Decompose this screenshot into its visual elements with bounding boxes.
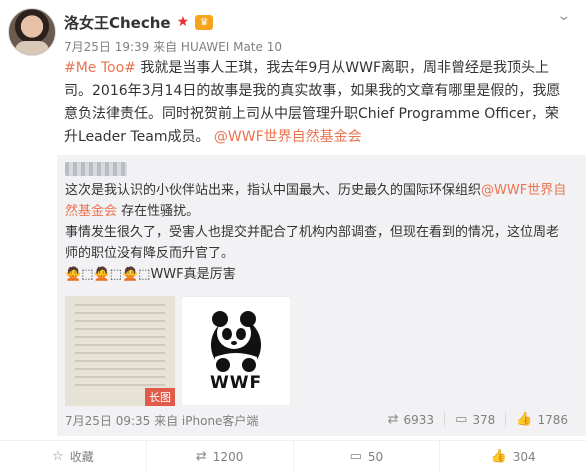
comment-count-button[interactable]: ▭ 378: [444, 412, 505, 427]
emoji-missing-icon: ⬚: [81, 267, 94, 282]
repost-button[interactable]: ⇄ 1200: [145, 441, 293, 472]
chevron-down-icon[interactable]: ⌄: [557, 8, 572, 24]
repost-icon: ⇄: [387, 412, 399, 427]
repost-paragraph-2: 事情发生很久了，受害人也提交并配合了机构内部调查，但现在看到的情况，这位周老师的…: [65, 225, 560, 261]
hashtag-link[interactable]: #Me Too#: [64, 60, 136, 76]
author-row: 洛女王Cheche ★ ♛: [64, 11, 214, 33]
emoji-missing-icon: ⬚: [138, 267, 151, 282]
emoji-icon: 🙅: [93, 267, 110, 282]
emoji-icon: 🙅: [121, 267, 139, 282]
comment-icon: ▭: [349, 449, 362, 464]
emoji-missing-icon: ⬚: [109, 267, 122, 282]
post-meta[interactable]: 7月25日 19:39 来自 HUAWEI Mate 10: [64, 38, 282, 55]
repost-footer: 7月25日 09:35 来自 iPhone客户端 ⇄ 6933 ▭ 378 👍 …: [65, 410, 578, 430]
wwf-logo-text: WWF: [209, 373, 263, 393]
like-button[interactable]: 👍 304: [439, 441, 586, 472]
long-image-badge: 长图: [145, 388, 175, 406]
repost-time[interactable]: 7月25日 09:35 来自 iPhone客户端: [65, 412, 258, 429]
star-icon[interactable]: ★: [177, 15, 190, 29]
mention-link[interactable]: @WWF世界自然基金会: [214, 129, 362, 145]
repost-count-button[interactable]: ⇄ 6933: [378, 412, 444, 427]
wwf-logo-thumbnail[interactable]: WWF: [181, 296, 291, 406]
panda-icon: [211, 311, 261, 372]
repost-content: 这次是我认识的小伙伴站出来，指认中国最大、历史最久的国际环保组织@WWF世界自然…: [65, 180, 571, 285]
action-bar: ☆ 收藏 ⇄ 1200 ▭ 50 👍 304: [0, 440, 586, 472]
author-name[interactable]: 洛女王Cheche: [64, 12, 171, 33]
emoji-icon: 🙅: [65, 267, 82, 282]
crown-badge-icon[interactable]: ♛: [195, 14, 214, 30]
repost-paragraph-3: 🙅⬚🙅⬚🙅⬚WWF真是厉害: [65, 267, 236, 282]
comment-button[interactable]: ▭ 50: [292, 441, 440, 472]
post-content: #Me Too# 我就是当事人王琪，我去年9月从WWF离职，周非曾经是我顶头上司…: [64, 57, 570, 149]
repost-images: 长图 WWF: [65, 296, 291, 406]
repost-card[interactable]: 这次是我认识的小伙伴站出来，指认中国最大、历史最久的国际环保组织@WWF世界自然…: [57, 155, 586, 436]
comment-icon: ▭: [455, 412, 468, 427]
long-image-thumbnail[interactable]: 长图: [65, 296, 175, 406]
repost-paragraph-1: 这次是我认识的小伙伴站出来，指认中国最大、历史最久的国际环保组织@WWF世界自然…: [65, 183, 567, 219]
like-count-button[interactable]: 👍 1786: [505, 412, 578, 427]
avatar[interactable]: [8, 8, 56, 56]
repost-username-redacted[interactable]: [65, 162, 127, 176]
star-outline-icon: ☆: [52, 449, 64, 464]
weibo-post: 洛女王Cheche ★ ♛ ⌄ 7月25日 19:39 来自 HUAWEI Ma…: [0, 0, 586, 472]
repost-stats: ⇄ 6933 ▭ 378 👍 1786: [378, 412, 578, 427]
thumbs-up-icon: 👍: [490, 449, 507, 464]
favorite-button[interactable]: ☆ 收藏: [0, 441, 146, 472]
repost-icon: ⇄: [195, 449, 207, 464]
thumbs-up-icon: 👍: [516, 412, 533, 427]
